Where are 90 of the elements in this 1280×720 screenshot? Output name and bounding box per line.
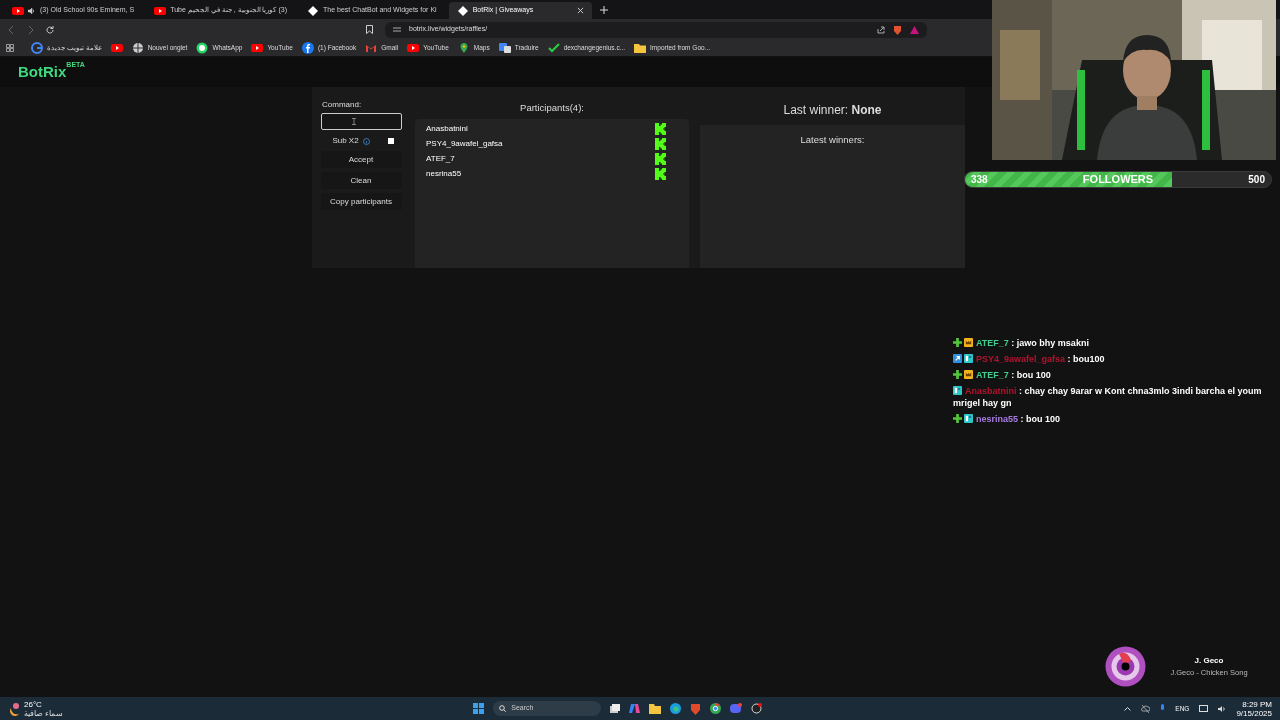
kick-icon [655, 168, 666, 181]
album-disc-icon [1105, 646, 1146, 687]
diamond-icon [307, 4, 319, 17]
discord-icon[interactable] [730, 703, 743, 714]
chat-username: ATEF_7 [976, 338, 1009, 348]
windows-start-icon[interactable] [473, 703, 485, 714]
sub-x2-checkbox[interactable] [387, 138, 394, 144]
close-icon[interactable] [577, 7, 585, 14]
artist-name: J. Geco [1194, 654, 1224, 667]
clock[interactable]: 8:29 PM 9/15/2025 [1236, 699, 1272, 718]
command-input[interactable] [320, 113, 402, 130]
shield-icon[interactable] [893, 24, 902, 35]
latest-winners-title: Latest winners: [800, 133, 865, 147]
record-icon[interactable] [751, 703, 763, 714]
bookmark-icon[interactable] [366, 25, 373, 34]
cloud-off-icon[interactable] [1141, 704, 1151, 713]
info-icon [362, 137, 370, 145]
apps-grid-icon[interactable] [6, 44, 14, 52]
chat-username: PSY4_9awafel_gafsa [976, 354, 1066, 364]
arrow-icon [953, 354, 962, 363]
crown-icon [964, 370, 973, 379]
followers-goal: 500 [1248, 173, 1265, 187]
chat-message: ATEF_7 : jawo bhy msakni [953, 337, 1263, 349]
chat-username: nesrina55 [976, 414, 1019, 424]
action-button[interactable]: Copy participants [320, 193, 402, 210]
play-icon [12, 4, 24, 17]
plus-icon [953, 338, 962, 347]
chat-message: PSY4_9awafel_gafsa : bou100 [953, 353, 1263, 365]
check-icon [547, 42, 560, 54]
play-icon [154, 4, 167, 17]
participant-name: ATEF_7 [426, 153, 455, 166]
play-icon [110, 42, 123, 54]
weather-text: سماء صافية [24, 708, 64, 718]
chat-bubble-icon [196, 42, 209, 54]
chat-username: ATEF_7 [976, 370, 1009, 380]
action-button[interactable]: Clean [320, 172, 402, 189]
back-icon[interactable] [8, 25, 15, 34]
gift-icon [953, 386, 962, 395]
participant-name: nesrina55 [426, 168, 462, 181]
play-icon [251, 42, 264, 54]
plus-icon [953, 414, 962, 423]
bookmark-link[interactable] [110, 42, 123, 54]
last-winner-text: Last winner: None [783, 102, 882, 119]
microphone-icon[interactable] [1160, 704, 1166, 713]
plus-icon [953, 370, 962, 379]
folder-icon [634, 42, 647, 54]
task-view-icon[interactable] [610, 704, 621, 713]
folder-icon[interactable] [649, 703, 662, 714]
monitor-icon[interactable] [1199, 704, 1209, 713]
play-icon [407, 42, 420, 54]
followers-current: 338 [971, 173, 988, 187]
settings-icon [393, 26, 401, 33]
temperature-text: 26°C [24, 699, 43, 709]
share-icon[interactable] [877, 25, 885, 34]
triangle-icon[interactable] [910, 25, 919, 34]
chevron-up-icon[interactable] [1124, 706, 1132, 711]
kick-icon [655, 153, 666, 166]
facebook-icon [301, 42, 314, 54]
participant-name: Anasbatnini [426, 123, 468, 136]
speaker-icon[interactable] [1218, 704, 1227, 713]
weather-icon[interactable] [8, 701, 22, 716]
participant-name: PSY4_9awafel_gafsa [426, 138, 503, 151]
chat-username: Anasbatnini [965, 386, 1017, 396]
lion-shield-icon[interactable] [690, 702, 702, 715]
kick-icon [655, 123, 666, 136]
participants-title: Participants(4): [520, 101, 584, 115]
crown-icon [964, 338, 973, 347]
followers-label: FOLLOWERS [1082, 172, 1154, 187]
action-button[interactable]: Accept [320, 151, 402, 168]
command-label: Command: [321, 99, 362, 111]
chat-message: ATEF_7 : bou 100 [953, 369, 1263, 381]
diamond-icon [456, 4, 469, 17]
text-cursor-icon [352, 118, 356, 125]
translate-icon [498, 42, 511, 54]
gift-icon [964, 354, 973, 363]
kick-icon [655, 138, 666, 151]
map-pin-icon [457, 42, 470, 54]
edge-icon[interactable] [670, 703, 682, 714]
search-icon [499, 705, 507, 712]
copilot-icon[interactable] [629, 703, 641, 714]
forward-icon[interactable] [27, 25, 34, 34]
chat-message: Anasbatnini : chay chay 9arar w Kont chna3mlo 3indi barcha el youm mrigel hay gn [953, 385, 1263, 409]
mail-icon [365, 42, 378, 54]
reload-icon[interactable] [46, 25, 54, 34]
gift-icon [964, 414, 973, 423]
chrome-icon[interactable] [710, 703, 722, 714]
new-tab-icon[interactable] [600, 5, 609, 14]
google-icon [31, 42, 43, 54]
sub-x2-label: Sub X2 [332, 135, 359, 147]
chat-message: nesrina55 : bou 100 [953, 413, 1263, 425]
